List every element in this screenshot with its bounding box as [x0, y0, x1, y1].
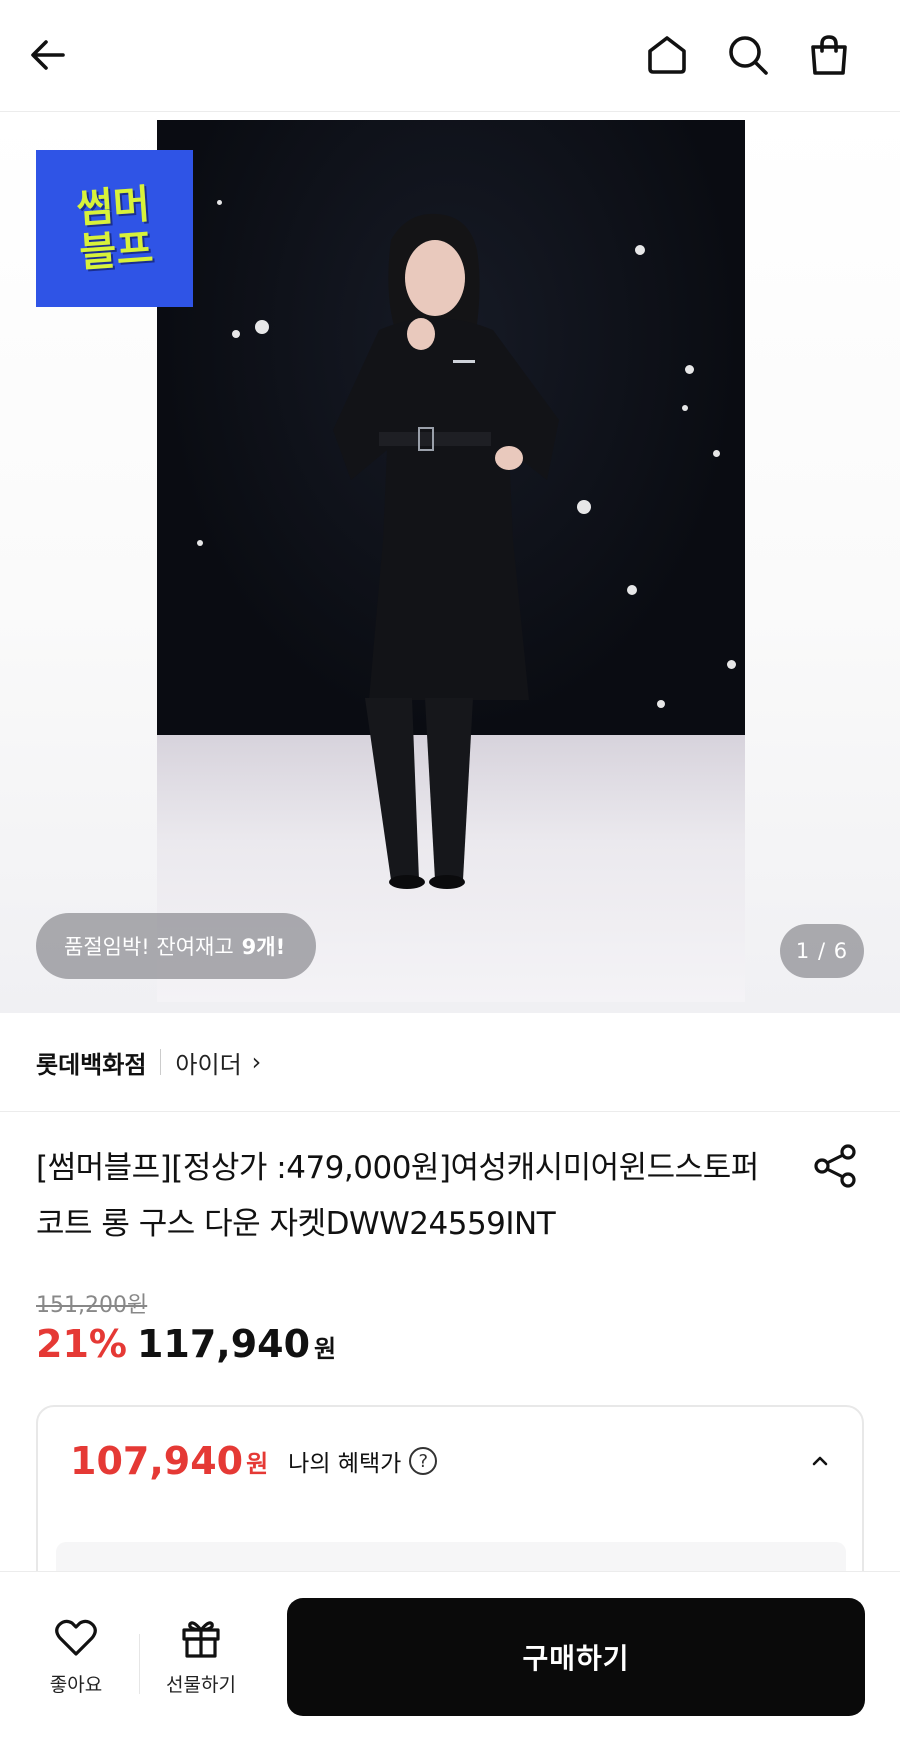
brand-row[interactable]: 롯데백화점 아이더 › — [0, 1013, 900, 1112]
benefit-currency: 원 — [246, 1449, 269, 1478]
top-navigation-bar — [0, 0, 900, 112]
sale-price-currency: 원 — [314, 1335, 337, 1363]
shopping-bag-icon — [811, 35, 847, 75]
stock-count: 9개! — [241, 935, 286, 959]
search-button[interactable] — [719, 26, 777, 84]
benefit-header[interactable]: 107,940 원 나의 혜택가 ? — [38, 1407, 862, 1515]
share-button[interactable] — [812, 1142, 860, 1190]
cart-button[interactable] — [800, 26, 858, 84]
sale-price: 117,940 — [136, 1322, 311, 1366]
like-button[interactable]: 좋아요 — [26, 1618, 126, 1697]
back-button[interactable] — [19, 26, 77, 84]
buy-button[interactable]: 구매하기 — [287, 1598, 865, 1716]
price-row: 21% 117,940 원 — [36, 1322, 336, 1366]
search-icon — [729, 36, 768, 75]
promo-badge: 썸머 블프 — [36, 150, 193, 307]
discount-rate: 21% — [36, 1322, 127, 1366]
gift-icon — [182, 1621, 220, 1658]
share-icon — [814, 1144, 856, 1188]
chevron-right-icon[interactable]: › — [252, 1048, 262, 1076]
bottom-action-bar: 좋아요 선물하기 구매하기 — [0, 1571, 900, 1741]
promo-badge-text: 썸머 블프 — [74, 181, 155, 276]
arrow-left-icon — [31, 40, 65, 70]
brand-name[interactable]: 아이더 — [175, 1045, 241, 1080]
heart-icon — [55, 1619, 97, 1656]
home-icon — [648, 36, 686, 74]
product-image-gallery[interactable]: 썸머 블프 품절임박! 잔여재고 9개! 1 / 6 — [0, 113, 900, 1013]
benefit-price: 107,940 — [70, 1439, 244, 1483]
gift-button[interactable]: 선물하기 — [151, 1618, 251, 1697]
gift-label: 선물하기 — [166, 1674, 236, 1696]
image-counter: 1 / 6 — [780, 924, 864, 978]
brand-divider — [160, 1049, 162, 1075]
product-photo[interactable] — [157, 120, 745, 1002]
benefit-label: 나의 혜택가 — [288, 1451, 402, 1477]
model-figure — [333, 213, 559, 889]
original-price: 151,200원 — [36, 1293, 148, 1318]
home-button[interactable] — [638, 26, 696, 84]
low-stock-badge: 품절임박! 잔여재고 9개! — [36, 913, 317, 979]
like-label: 좋아요 — [49, 1674, 103, 1696]
stock-prefix: 품절임박! 잔여재고 — [64, 935, 234, 959]
store-name[interactable]: 롯데백화점 — [36, 1045, 146, 1080]
help-icon[interactable]: ? — [409, 1447, 438, 1475]
bottom-divider — [139, 1634, 140, 1694]
chevron-up-icon[interactable] — [810, 1451, 830, 1471]
product-title: [썸머블프][정상가 :479,000원]여성캐시미어윈드스토퍼코트 롱 구스 … — [36, 1150, 759, 1242]
